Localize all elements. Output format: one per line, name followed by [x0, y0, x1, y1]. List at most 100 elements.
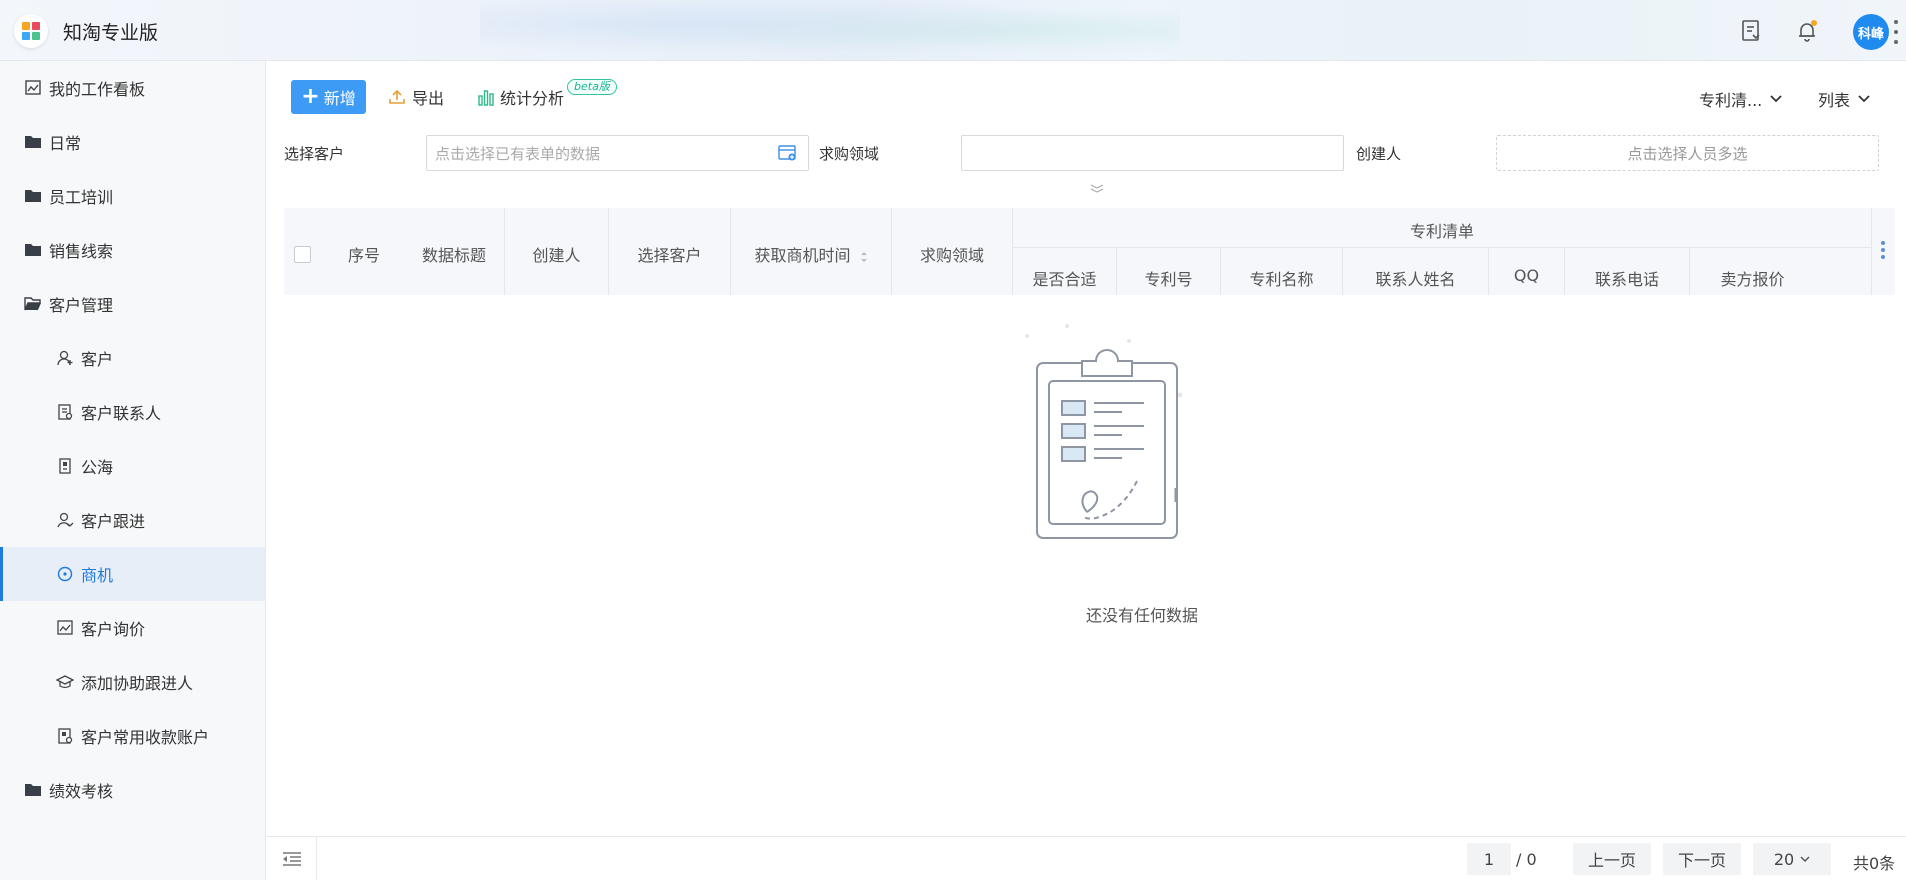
- column-header-creator[interactable]: 创建人: [505, 242, 608, 266]
- app-logo[interactable]: [14, 14, 48, 48]
- view-select-value: 专利清...: [1699, 91, 1763, 110]
- top-header: 知淘专业版 科峰: [0, 0, 1906, 61]
- sidebar-item-label: 日常: [49, 134, 82, 153]
- creator-select-placeholder: 点击选择人员多选: [1627, 144, 1748, 163]
- folder-icon: [25, 244, 41, 256]
- prev-page-button[interactable]: 上一页: [1573, 843, 1651, 875]
- more-menu-icon[interactable]: [1893, 20, 1899, 44]
- sidebar-item-customer-contact[interactable]: 客户联系人: [0, 385, 265, 439]
- folder-icon: [25, 136, 41, 148]
- next-page-button[interactable]: 下一页: [1663, 843, 1741, 875]
- sidebar-item-public-pool[interactable]: 公海: [0, 439, 265, 493]
- chart-line-icon: [57, 620, 73, 635]
- column-header-phone[interactable]: 联系电话: [1565, 266, 1689, 290]
- double-chevron-down-icon[interactable]: [1087, 183, 1107, 195]
- group-header-divider: [1013, 247, 1871, 248]
- target-icon: [57, 566, 73, 582]
- layout-select[interactable]: 列表: [1818, 87, 1870, 111]
- creator-select-input[interactable]: 点击选择人员多选: [1496, 135, 1879, 171]
- folder-icon: [25, 784, 41, 796]
- indent-icon: [282, 851, 301, 866]
- statistics-button[interactable]: 统计分析: [478, 86, 564, 108]
- column-header-patent-number[interactable]: 专利号: [1117, 266, 1220, 290]
- user-avatar[interactable]: 科峰: [1853, 14, 1889, 50]
- sidebar-item-customer[interactable]: 客户: [0, 331, 265, 385]
- sidebar-item-label: 添加协助跟进人: [81, 674, 194, 693]
- column-header-seller-quote[interactable]: 卖方报价: [1690, 266, 1815, 290]
- column-header-domain[interactable]: 求购领域: [892, 242, 1012, 266]
- sidebar-item-performance[interactable]: 绩效考核: [0, 763, 265, 817]
- folder-open-icon: [24, 297, 41, 311]
- column-header-opportunity-time[interactable]: 获取商机时间: [731, 242, 891, 266]
- graduation-cap-icon: [56, 675, 74, 689]
- sidebar-item-dashboard[interactable]: 我的工作看板: [0, 61, 265, 115]
- sidebar-item-training[interactable]: 员工培训: [0, 169, 265, 223]
- customer-filter-label: 选择客户: [284, 145, 345, 163]
- add-new-label: 新增: [323, 89, 356, 108]
- notification-bell-icon[interactable]: [1794, 18, 1820, 44]
- creator-filter-label: 创建人: [1356, 145, 1402, 163]
- column-header-contact-name[interactable]: 联系人姓名: [1343, 266, 1488, 290]
- sidebar-item-label: 公海: [81, 458, 114, 477]
- empty-state-message: 还没有任何数据: [1085, 606, 1198, 625]
- current-page-input[interactable]: 1: [1467, 843, 1511, 875]
- column-header-patent-name[interactable]: 专利名称: [1221, 266, 1342, 290]
- add-new-button[interactable]: + 新增: [291, 80, 366, 114]
- select-all-checkbox[interactable]: [294, 246, 311, 263]
- sidebar-item-label: 客户常用收款账户: [81, 728, 210, 747]
- app-logo-icon: [22, 22, 40, 40]
- main-content: + 新增 导出 统计分析 beta版 专利清... 列表 选择客户 点击选择已有…: [267, 61, 1906, 880]
- column-header-index[interactable]: 序号: [324, 242, 404, 266]
- upload-icon: [389, 89, 405, 104]
- sidebar-item-opportunity[interactable]: 商机: [0, 547, 265, 601]
- sidebar: 我的工作看板 日常 员工培训 销售线索 客户管理 客户 客户联系人 公海 客户跟…: [0, 61, 266, 880]
- bar-chart-icon: [478, 90, 494, 106]
- domain-filter-label: 求购领域: [819, 145, 880, 163]
- column-group-header-patents: 专利清单: [1409, 222, 1474, 241]
- sort-icon[interactable]: [860, 250, 868, 264]
- sidebar-item-label: 客户跟进: [81, 512, 146, 531]
- sidebar-item-payment-accounts[interactable]: 客户常用收款账户: [0, 709, 265, 763]
- sidebar-item-daily[interactable]: 日常: [0, 115, 265, 169]
- export-label: 导出: [412, 89, 445, 108]
- customer-select-placeholder: 点击选择已有表单的数据: [435, 144, 601, 163]
- domain-input[interactable]: [961, 135, 1344, 171]
- document-export-icon[interactable]: [1738, 18, 1764, 44]
- sidebar-item-label: 员工培训: [49, 188, 114, 207]
- sidebar-item-label: 客户: [81, 350, 114, 369]
- sidebar-item-sales-leads[interactable]: 销售线索: [0, 223, 265, 277]
- page-size-select[interactable]: 20: [1753, 843, 1831, 875]
- sidebar-item-add-assistant[interactable]: 添加协助跟进人: [0, 655, 265, 709]
- pagination-footer: 1 / 0 上一页 下一页 20 共0条: [267, 836, 1906, 880]
- column-header-customer[interactable]: 选择客户: [609, 242, 730, 266]
- customer-select-input[interactable]: 点击选择已有表单的数据: [426, 135, 809, 171]
- column-header-qq[interactable]: QQ: [1489, 266, 1564, 285]
- phone-book-icon: [59, 458, 71, 474]
- column-header-label: 获取商机时间: [754, 246, 851, 265]
- column-header-title[interactable]: 数据标题: [404, 242, 504, 266]
- beta-badge: beta版: [567, 79, 617, 95]
- total-count: 共0条: [1853, 854, 1896, 873]
- statistics-label: 统计分析: [500, 89, 565, 108]
- chevron-down-icon: [1858, 95, 1870, 103]
- total-pages: / 0: [1516, 850, 1537, 869]
- collapse-sidebar-button[interactable]: [267, 837, 317, 880]
- form-select-icon[interactable]: [778, 144, 798, 162]
- table-header: 序号 数据标题 创建人 选择客户 获取商机时间 求购领域 专利清单 是否合适 专…: [284, 208, 1895, 295]
- sidebar-item-customer-management[interactable]: 客户管理: [0, 277, 265, 331]
- layout-select-value: 列表: [1818, 91, 1851, 110]
- folder-icon: [25, 190, 41, 202]
- export-button[interactable]: 导出: [388, 86, 444, 108]
- account-card-icon: [58, 728, 73, 744]
- sidebar-item-label: 商机: [81, 566, 114, 585]
- column-header-suitable[interactable]: 是否合适: [1013, 266, 1116, 290]
- dashboard-icon: [25, 80, 41, 95]
- contact-card-icon: [58, 404, 73, 420]
- column-settings-icon[interactable]: [1881, 241, 1885, 259]
- sidebar-item-label: 我的工作看板: [49, 80, 146, 99]
- plus-icon: +: [301, 84, 320, 109]
- sidebar-item-customer-followup[interactable]: 客户跟进: [0, 493, 265, 547]
- view-select[interactable]: 专利清...: [1699, 87, 1782, 111]
- empty-clipboard-icon: [1025, 324, 1183, 539]
- sidebar-item-customer-inquiry[interactable]: 客户询价: [0, 601, 265, 655]
